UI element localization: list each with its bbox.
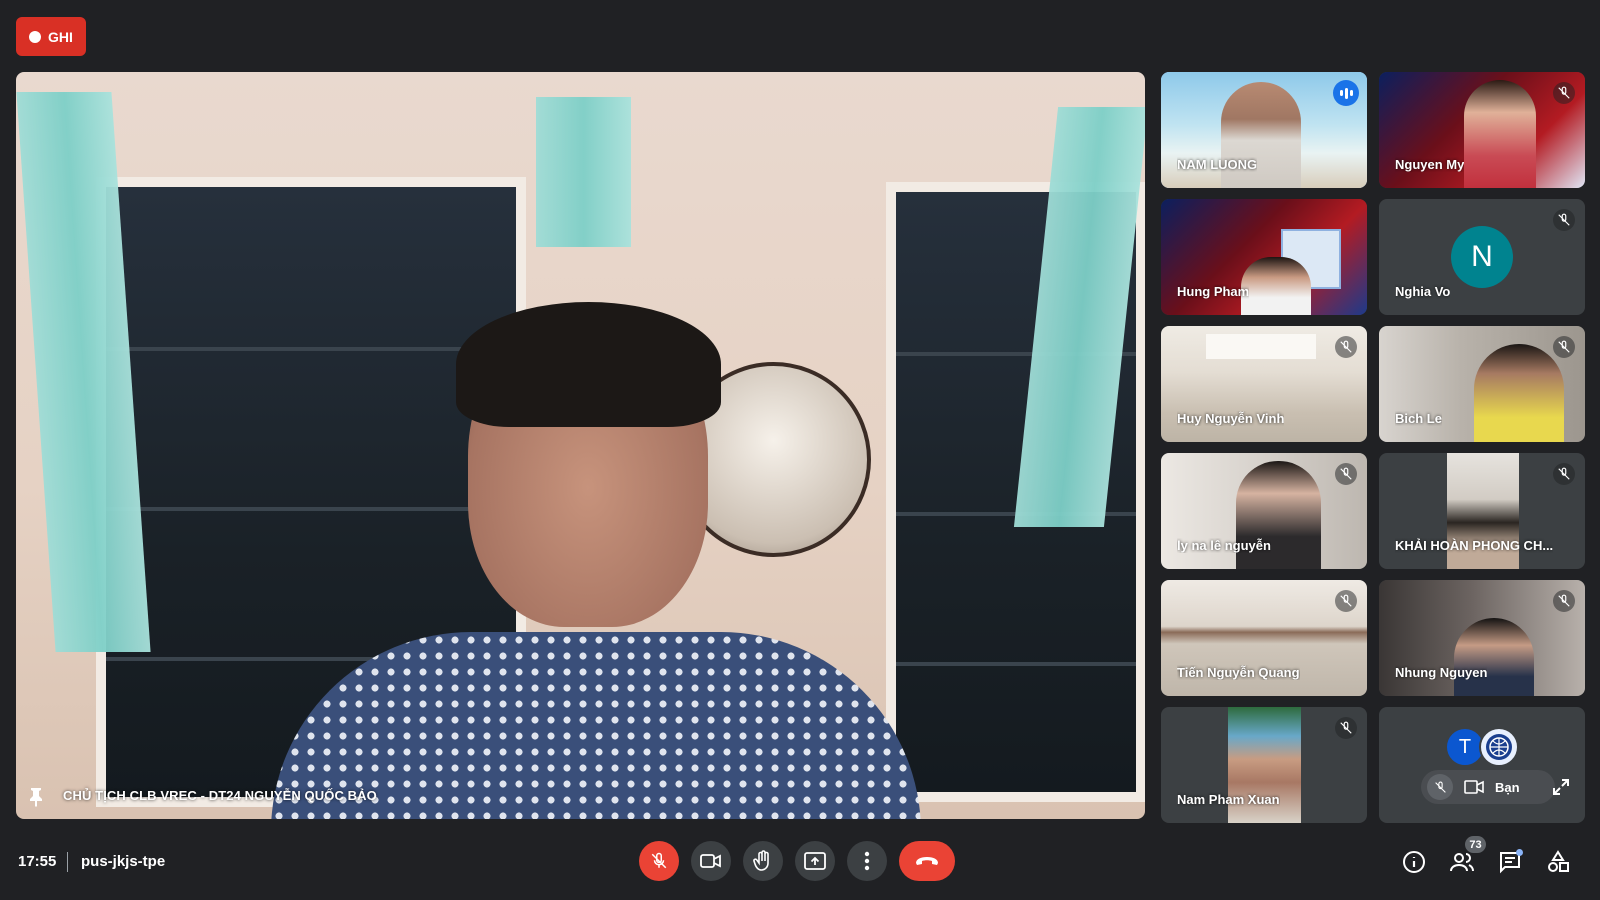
self-controls: Bạn — [1421, 770, 1555, 804]
globe-logo-icon — [1479, 727, 1519, 767]
participant-tile[interactable]: Bich Le — [1379, 326, 1585, 442]
more-vert-icon — [864, 851, 870, 871]
self-mic-off-icon[interactable] — [1427, 774, 1453, 800]
participant-tile[interactable]: Tiến Nguyễn Quang — [1161, 580, 1367, 696]
participant-name: NAM LUONG — [1177, 157, 1258, 172]
meeting-code: pus-jkjs-tpe — [81, 853, 166, 870]
pin-icon[interactable] — [28, 787, 44, 807]
mic-off-icon — [1335, 336, 1357, 358]
mic-off-icon — [1553, 336, 1575, 358]
main-video-tile[interactable]: CHỦ TỊCH CLB VREC - DT24 NGUYỄN QUỐC BẢO — [16, 72, 1145, 819]
avatar: N — [1451, 226, 1513, 288]
speaker-hair — [456, 302, 721, 427]
recording-dot-icon — [29, 30, 42, 43]
participant-name: Nhung Nguyen — [1395, 665, 1488, 680]
participant-tile[interactable]: Nguyen My — [1379, 72, 1585, 188]
participant-name: Huy Nguyễn Vinh — [1177, 411, 1285, 426]
camera-icon — [700, 854, 721, 868]
participant-tile[interactable]: Huy Nguyễn Vinh — [1161, 326, 1367, 442]
main-speaker-name: CHỦ TỊCH CLB VREC - DT24 NGUYỄN QUỐC BẢO — [63, 788, 377, 803]
mic-off-icon — [1553, 590, 1575, 612]
mic-off-icon — [1335, 717, 1357, 739]
speaking-indicator-icon — [1333, 80, 1359, 106]
recording-badge[interactable]: GHI — [16, 17, 86, 56]
hand-icon — [753, 850, 769, 871]
self-avatars: T — [1445, 727, 1519, 767]
mic-off-icon — [1553, 82, 1575, 104]
mic-off-icon — [1553, 209, 1575, 231]
mic-off-icon — [1335, 463, 1357, 485]
more-options-button[interactable] — [847, 841, 887, 881]
people-button[interactable]: 73 — [1445, 836, 1486, 879]
participant-name: Hung Pham — [1177, 284, 1250, 299]
self-camera-icon[interactable] — [1461, 774, 1487, 800]
mic-off-icon — [1553, 463, 1575, 485]
mic-toggle-button[interactable] — [639, 841, 679, 881]
info-icon — [1403, 851, 1425, 873]
meeting-time: 17:55 — [18, 853, 57, 870]
self-label: Bạn — [1495, 779, 1520, 795]
participant-tile[interactable]: Nam Pham Xuan — [1161, 707, 1367, 823]
participant-name: Nam Pham Xuan — [1177, 792, 1280, 807]
participant-tile[interactable]: Hung Pham — [1161, 199, 1367, 315]
activities-button[interactable] — [1541, 845, 1575, 879]
mic-off-icon — [651, 852, 667, 869]
mic-off-icon — [1335, 590, 1357, 612]
participant-name: KHẢI HOÀN PHONG CH... — [1395, 538, 1554, 553]
leave-call-button[interactable] — [899, 841, 955, 881]
curtain — [16, 92, 151, 652]
participant-name: Bich Le — [1395, 411, 1442, 426]
participant-tile[interactable]: NAM LUONG — [1161, 72, 1367, 188]
participant-tile[interactable]: Nhung Nguyen — [1379, 580, 1585, 696]
people-count-badge: 73 — [1465, 836, 1486, 853]
recording-label: GHI — [48, 28, 73, 45]
participant-name: ly na lê nguyễn — [1177, 538, 1271, 553]
expand-icon[interactable] — [1549, 775, 1573, 799]
present-icon — [804, 852, 826, 870]
participant-tile[interactable]: KHẢI HOÀN PHONG CH... — [1379, 453, 1585, 569]
participant-tile[interactable]: N Nghia Vo — [1379, 199, 1585, 315]
participant-name: Tiến Nguyễn Quang — [1177, 665, 1300, 680]
participant-name: Nghia Vo — [1395, 284, 1451, 299]
chat-button[interactable] — [1493, 845, 1527, 879]
present-screen-button[interactable] — [795, 841, 835, 881]
people-icon — [1450, 853, 1474, 872]
raise-hand-button[interactable] — [743, 841, 783, 881]
divider — [67, 852, 68, 872]
participant-tile[interactable]: ly na lê nguyễn — [1161, 453, 1367, 569]
camera-toggle-button[interactable] — [691, 841, 731, 881]
bottom-bar: 17:55 pus-jkjs-tpe 73 — [0, 836, 1600, 900]
participant-name: Nguyen My — [1395, 157, 1465, 172]
self-tile[interactable]: T Bạn — [1379, 707, 1585, 823]
hang-up-icon — [916, 857, 938, 865]
chat-notification-dot — [1516, 849, 1523, 856]
activities-icon — [1548, 850, 1569, 872]
curtain — [536, 97, 631, 247]
meeting-details-button[interactable] — [1397, 845, 1431, 879]
